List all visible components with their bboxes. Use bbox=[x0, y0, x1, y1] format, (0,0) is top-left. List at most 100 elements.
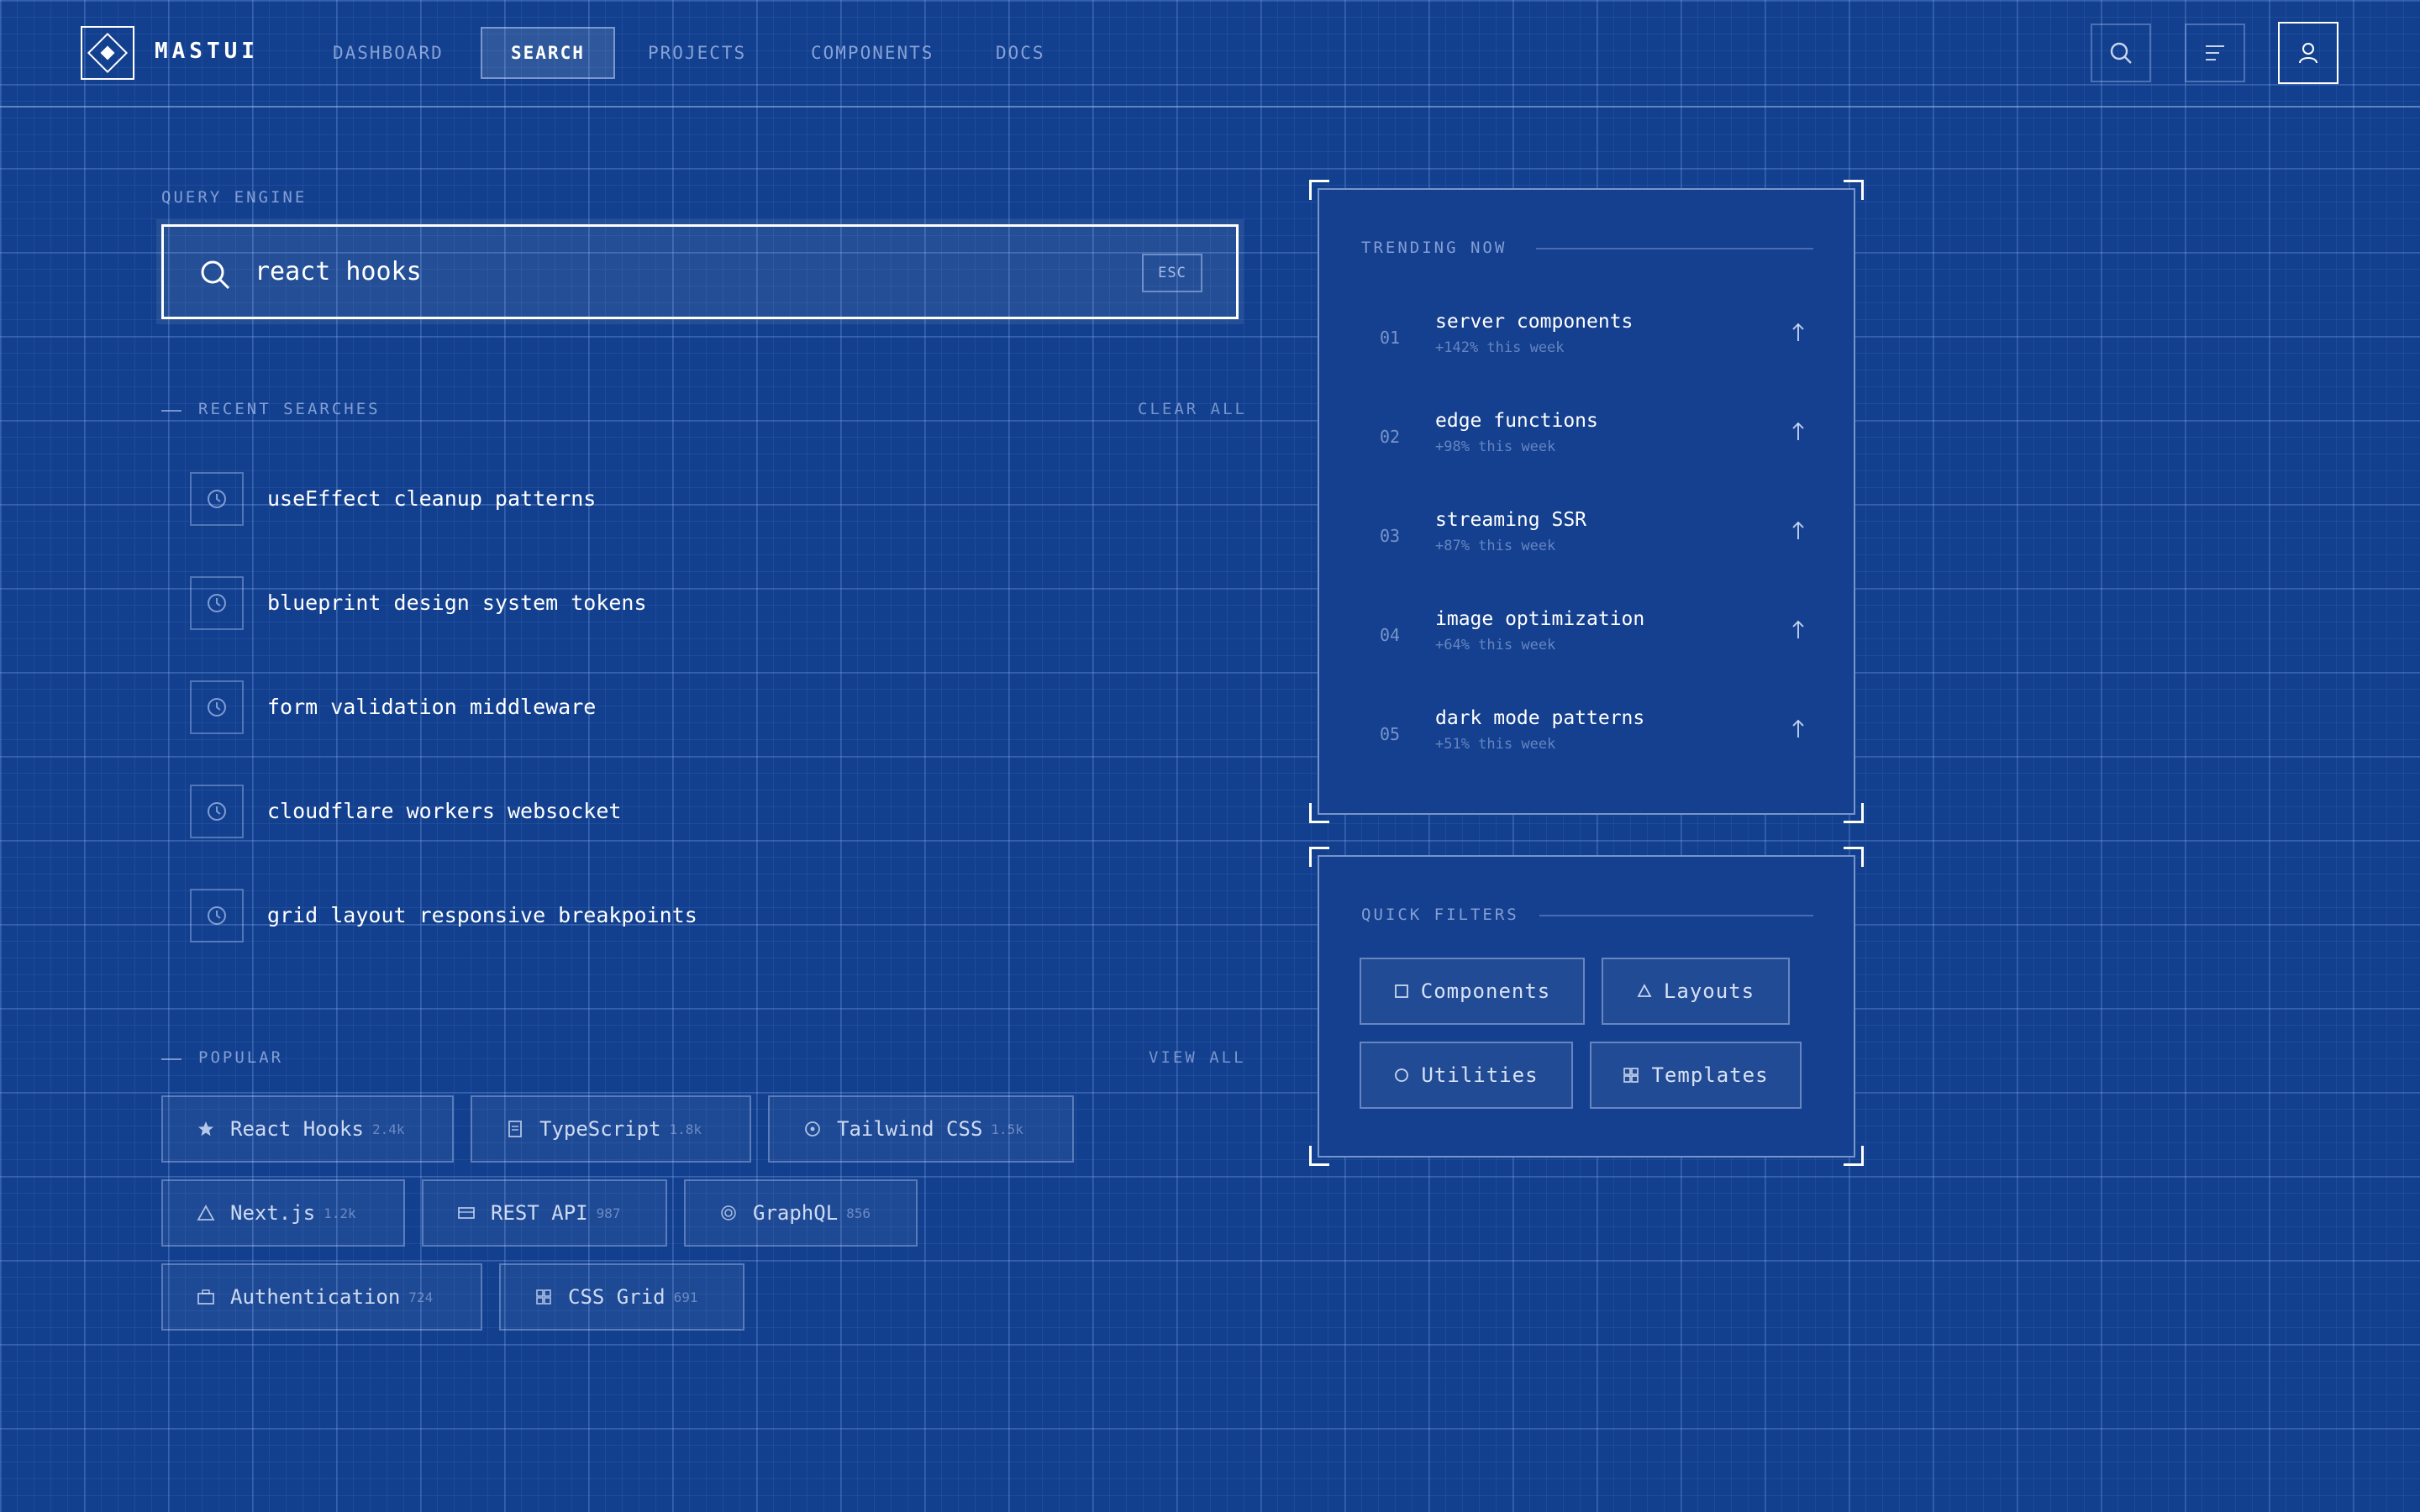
corner-bracket bbox=[1844, 180, 1864, 200]
title-rule bbox=[1536, 248, 1813, 249]
app-name[interactable]: MASTUI bbox=[155, 39, 259, 64]
nav-search[interactable]: SEARCH bbox=[481, 27, 615, 79]
nav-components[interactable]: COMPONENTS bbox=[782, 27, 962, 79]
trending-rank: 03 bbox=[1380, 526, 1401, 546]
user-profile-button[interactable] bbox=[2278, 22, 2338, 84]
section-dash bbox=[161, 410, 182, 412]
title-rule bbox=[1539, 915, 1813, 916]
popular-tag-authentication[interactable]: Authentication 724 bbox=[161, 1263, 482, 1331]
tag-count: 1.8k bbox=[669, 1121, 702, 1137]
filter-utilities-button[interactable]: Utilities bbox=[1360, 1042, 1573, 1109]
search-icon bbox=[2107, 39, 2134, 66]
trending-title: TRENDING NOW bbox=[1361, 239, 1507, 257]
triangle-icon bbox=[1637, 984, 1652, 999]
trending-growth: +64% this week bbox=[1435, 637, 1556, 654]
tag-label: CSS Grid bbox=[568, 1285, 666, 1309]
recent-search-text: form validation middleware bbox=[267, 695, 597, 719]
header-search-button[interactable] bbox=[2091, 24, 2151, 82]
corner-bracket bbox=[1844, 847, 1864, 867]
trending-title-text: dark mode patterns bbox=[1435, 707, 1645, 729]
popular-tag-css-grid[interactable]: CSS Grid 691 bbox=[499, 1263, 744, 1331]
arrow-up-icon bbox=[1790, 519, 1807, 543]
corner-bracket bbox=[1309, 1146, 1329, 1166]
radio-icon bbox=[719, 1204, 738, 1222]
trending-rank: 01 bbox=[1380, 328, 1401, 348]
trending-growth: +142% this week bbox=[1435, 339, 1565, 356]
briefcase-icon bbox=[197, 1288, 215, 1306]
tag-label: REST API bbox=[491, 1201, 588, 1225]
top-navigation-bar: MASTUI DASHBOARD SEARCH PROJECTS COMPONE… bbox=[0, 0, 2420, 108]
square-icon bbox=[1394, 984, 1409, 999]
trending-item[interactable]: 04 image optimization +64% this week bbox=[1361, 606, 1822, 674]
tag-label: React Hooks bbox=[230, 1117, 364, 1141]
logo-icon[interactable] bbox=[81, 26, 134, 80]
filter-label: Layouts bbox=[1663, 979, 1755, 1003]
trending-growth: +98% this week bbox=[1435, 438, 1556, 455]
popular-tag-react-hooks[interactable]: React Hooks 2.4k bbox=[161, 1095, 454, 1163]
recent-searches-title: RECENT SEARCHES bbox=[198, 400, 381, 418]
nav-projects[interactable]: PROJECTS bbox=[619, 27, 775, 79]
popular-tag-tailwind[interactable]: Tailwind CSS 1.5k bbox=[768, 1095, 1074, 1163]
trending-item[interactable]: 02 edge functions +98% this week bbox=[1361, 408, 1822, 475]
tag-label: Next.js bbox=[230, 1201, 316, 1225]
clear-all-button[interactable]: CLEAR ALL bbox=[1138, 400, 1247, 418]
section-dash bbox=[161, 1058, 182, 1060]
view-all-button[interactable]: VIEW ALL bbox=[1149, 1048, 1246, 1067]
search-query-text[interactable]: react hooks bbox=[255, 257, 422, 286]
tag-label: TypeScript bbox=[539, 1117, 661, 1141]
grid-icon bbox=[1623, 1067, 1639, 1084]
menu-icon bbox=[2202, 41, 2228, 65]
trending-title-text: image optimization bbox=[1435, 608, 1645, 630]
trending-item[interactable]: 03 streaming SSR +87% this week bbox=[1361, 507, 1822, 575]
search-input[interactable]: react hooks ESC bbox=[161, 224, 1239, 319]
filter-layouts-button[interactable]: Layouts bbox=[1602, 958, 1790, 1025]
tag-count: 2.4k bbox=[371, 1121, 405, 1137]
quick-filters-title: QUICK FILTERS bbox=[1361, 906, 1519, 924]
recent-search-text: grid layout responsive breakpoints bbox=[267, 903, 697, 927]
corner-bracket bbox=[1309, 847, 1329, 867]
clock-icon bbox=[190, 680, 244, 734]
tag-count: 1.5k bbox=[991, 1121, 1023, 1137]
triangle-icon bbox=[197, 1204, 215, 1222]
star-icon bbox=[197, 1120, 215, 1138]
arrow-up-icon bbox=[1790, 717, 1807, 741]
trending-title-text: streaming SSR bbox=[1435, 509, 1587, 531]
trending-rank: 05 bbox=[1380, 724, 1401, 744]
popular-tag-nextjs[interactable]: Next.js 1.2k bbox=[161, 1179, 405, 1247]
clock-icon bbox=[190, 785, 244, 838]
trending-item[interactable]: 05 dark mode patterns +51% this week bbox=[1361, 706, 1822, 773]
document-icon bbox=[506, 1120, 524, 1138]
recent-search-text: useEffect cleanup patterns bbox=[267, 486, 597, 511]
trending-growth: +51% this week bbox=[1435, 736, 1556, 753]
popular-tag-rest-api[interactable]: REST API 987 bbox=[422, 1179, 667, 1247]
clock-icon bbox=[190, 472, 244, 526]
filter-label: Components bbox=[1420, 979, 1551, 1003]
esc-button[interactable]: ESC bbox=[1142, 254, 1202, 292]
header-menu-button[interactable] bbox=[2185, 24, 2245, 82]
nav-docs[interactable]: DOCS bbox=[967, 27, 1074, 79]
tag-label: Authentication bbox=[230, 1285, 401, 1309]
arrow-up-icon bbox=[1790, 321, 1807, 344]
recent-search-text: blueprint design system tokens bbox=[267, 591, 647, 615]
trending-panel: TRENDING NOW 01 server components +142% … bbox=[1318, 188, 1855, 815]
trending-title-text: server components bbox=[1435, 311, 1634, 333]
trending-rank: 04 bbox=[1380, 625, 1401, 645]
trending-item[interactable]: 01 server components +142% this week bbox=[1361, 309, 1822, 376]
grid-icon bbox=[534, 1288, 553, 1306]
filter-components-button[interactable]: Components bbox=[1360, 958, 1585, 1025]
popular-tag-typescript[interactable]: TypeScript 1.8k bbox=[471, 1095, 751, 1163]
nav-dashboard[interactable]: DASHBOARD bbox=[304, 27, 472, 79]
tag-count: 724 bbox=[408, 1289, 434, 1305]
recent-search-text: cloudflare workers websocket bbox=[267, 799, 622, 823]
filter-label: Templates bbox=[1651, 1063, 1769, 1087]
query-engine-label: QUERY ENGINE bbox=[161, 188, 308, 207]
search-icon bbox=[197, 257, 233, 292]
filter-templates-button[interactable]: Templates bbox=[1590, 1042, 1802, 1109]
tag-count: 987 bbox=[596, 1205, 621, 1221]
tag-count: 856 bbox=[846, 1205, 871, 1221]
filter-label: Utilities bbox=[1421, 1063, 1539, 1087]
tag-label: GraphQL bbox=[753, 1201, 839, 1225]
popular-tag-graphql[interactable]: GraphQL 856 bbox=[684, 1179, 918, 1247]
tag-count: 1.2k bbox=[324, 1205, 356, 1221]
corner-bracket bbox=[1309, 180, 1329, 200]
